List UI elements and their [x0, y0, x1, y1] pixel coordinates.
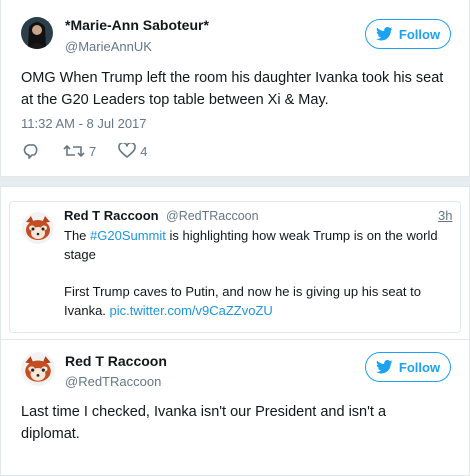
avatar[interactable] [21, 17, 53, 49]
follow-button[interactable]: Follow [365, 352, 451, 382]
tweet-text: OMG When Trump left the room his daughte… [21, 70, 444, 108]
like-button[interactable]: 4 [118, 143, 147, 159]
tweet-text: Last time I checked, Ivanka isn't our Pr… [21, 404, 387, 442]
twitter-bird-icon [375, 360, 393, 374]
divider [1, 339, 469, 340]
author-name[interactable]: *Marie-Ann Saboteur* [65, 17, 209, 33]
quoted-time[interactable]: 3h [438, 208, 452, 223]
quoted-tweet[interactable]: Red T Raccoon @RedTRaccoon 3h The #G20Su… [9, 201, 461, 333]
follow-label: Follow [398, 359, 441, 375]
timestamp[interactable]: 11:32 AM - 8 Jul 2017 [21, 116, 147, 131]
author-handle[interactable]: @RedTRaccoon [65, 374, 161, 389]
like-count: 4 [140, 143, 148, 159]
quoted-text-pre: The [64, 228, 91, 243]
tweet-actions: 7 4 [23, 143, 169, 159]
reply-button[interactable] [23, 143, 41, 159]
retweet-icon [63, 144, 85, 158]
quoted-author-name[interactable]: Red T Raccoon [64, 208, 159, 223]
author-name[interactable]: Red T Raccoon [65, 353, 167, 369]
hashtag-link[interactable]: #G20Summit [90, 228, 166, 243]
like-icon [118, 143, 137, 158]
follow-button[interactable]: Follow [365, 19, 451, 49]
quoted-author-handle[interactable]: @RedTRaccoon [166, 209, 259, 223]
quoted-text-2: First Trump caves to Putin, and now he i… [64, 282, 464, 320]
follow-label: Follow [398, 26, 441, 42]
tweet-card: Red T Raccoon @RedTRaccoon 3h The #G20Su… [0, 186, 470, 476]
retweet-count: 7 [89, 143, 97, 159]
twitter-bird-icon [375, 27, 393, 41]
pic-link[interactable]: pic.twitter.com/v9CaZZvoZU [110, 303, 273, 318]
avatar[interactable] [21, 352, 55, 386]
retweet-button[interactable]: 7 [63, 143, 96, 159]
reply-icon [23, 144, 38, 159]
avatar[interactable] [22, 212, 54, 244]
author-handle[interactable]: @MarieAnnUK [65, 39, 152, 54]
tweet-card: *Marie-Ann Saboteur* @MarieAnnUK Follow … [0, 0, 470, 177]
quoted-text: The #G20Summit is highlighting how weak … [64, 226, 464, 264]
